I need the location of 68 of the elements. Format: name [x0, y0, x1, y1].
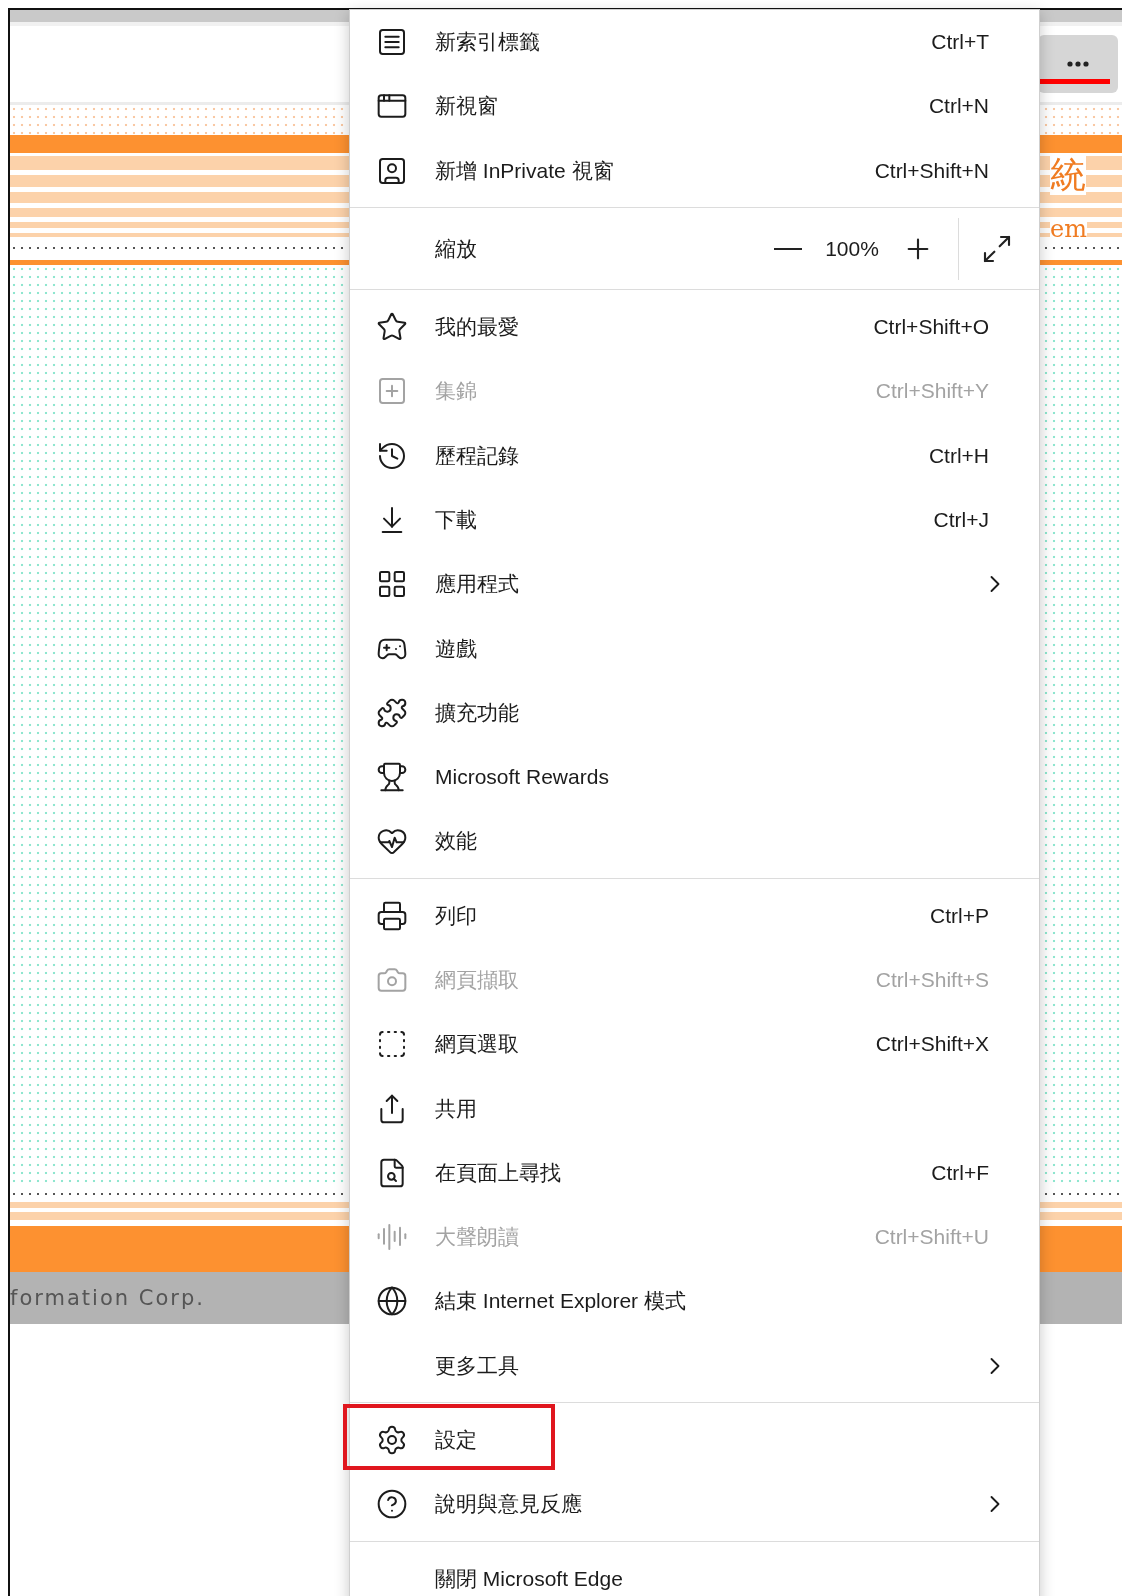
menu-item[interactable]: 更多工具 — [350, 1333, 1039, 1398]
menu-item-label: 新索引標籤 — [435, 29, 541, 56]
menu-item[interactable]: 效能 — [350, 809, 1039, 874]
footer-text: formation Corp. — [10, 1286, 205, 1310]
menu-item[interactable]: 關閉 Microsoft Edge — [350, 1546, 1039, 1596]
minus-icon — [774, 247, 802, 250]
menu-item-label: 說明與意見反應 — [435, 1491, 583, 1518]
menu-item-label: 關閉 Microsoft Edge — [435, 1565, 624, 1592]
shortcut-label: Ctrl+Shift+U — [874, 1225, 989, 1250]
banner-title: 統 — [1050, 155, 1086, 195]
menu-item-label: 網頁選取 — [435, 1031, 520, 1058]
menu-item-label: 網頁擷取 — [435, 967, 520, 993]
menu-item-label: 在頁面上尋找 — [435, 1159, 562, 1186]
menu-item[interactable]: 結束 Internet Explorer 模式 — [350, 1269, 1039, 1334]
puzzle-icon — [376, 696, 408, 729]
menu-item[interactable]: 說明與意見反應 — [350, 1472, 1039, 1537]
shortcut-label: Ctrl+H — [928, 443, 989, 468]
printer-icon — [376, 899, 408, 932]
menu-item-label: 設定 — [435, 1427, 478, 1454]
menu-item-label: 應用程式 — [435, 571, 520, 598]
shortcut-label: Ctrl+Shift+N — [874, 158, 989, 183]
shortcut-label: Ctrl+J — [933, 507, 989, 532]
shortcut-label: Ctrl+Shift+X — [875, 1032, 989, 1057]
menu-item-label: 集錦 — [435, 378, 478, 405]
trophy-icon — [376, 761, 408, 794]
menu-item-label: 歷程記錄 — [435, 442, 520, 469]
shortcut-label: Ctrl+N — [928, 94, 989, 119]
menu-item[interactable]: 下載 Ctrl+J — [350, 487, 1039, 553]
globe-icon — [376, 1285, 408, 1318]
menu-item-label: 更多工具 — [435, 1352, 520, 1379]
menu-item-label: 結束 Internet Explorer 模式 — [435, 1288, 687, 1315]
menu-item[interactable]: 新增 InPrivate 視窗 Ctrl+Shift+N — [350, 138, 1039, 203]
menu-item[interactable]: 應用程式 — [350, 552, 1039, 617]
menu-item[interactable]: 網頁選取 Ctrl+Shift+X — [350, 1012, 1039, 1077]
shortcut-label: Ctrl+P — [930, 903, 989, 928]
menu-item-label: 效能 — [435, 828, 478, 855]
settings-icon — [376, 1424, 408, 1457]
menu-item[interactable]: 在頁面上尋找 Ctrl+F — [350, 1140, 1039, 1206]
menu-item-label: 新視窗 — [435, 93, 499, 120]
menu-item[interactable]: 我的最愛 Ctrl+Shift+O — [350, 294, 1039, 360]
more-button[interactable] — [1038, 35, 1118, 93]
menu-item[interactable]: 新索引標籤 Ctrl+T — [350, 10, 1039, 75]
shortcut-label: Ctrl+Shift+Y — [875, 379, 989, 404]
menu-item-label: 共用 — [435, 1095, 478, 1122]
menu-item-label: 我的最愛 — [435, 314, 520, 341]
zoom-value: 100% — [824, 236, 880, 261]
menu-item-label: 縮放 — [435, 235, 478, 262]
menu-item[interactable]: 歷程記錄 Ctrl+H — [350, 423, 1039, 488]
shortcut-label: Ctrl+F — [931, 1160, 989, 1185]
menu-item[interactable]: 共用 — [350, 1076, 1039, 1141]
help-icon — [376, 1488, 408, 1521]
shortcut-label: Ctrl+Shift+O — [873, 315, 989, 340]
menu-item[interactable]: Microsoft Rewards — [350, 744, 1039, 810]
menu-item-label: Microsoft Rewards — [435, 765, 610, 790]
menu-item-label: 大聲朗讀 — [435, 1224, 520, 1251]
menu-item[interactable]: 列印 Ctrl+P — [350, 883, 1039, 948]
more-icon — [1067, 61, 1089, 67]
menu-item-label: 遊戲 — [435, 635, 478, 662]
menu-item[interactable]: 擴充功能 — [350, 680, 1039, 745]
menu-item-label: 列印 — [435, 902, 478, 929]
menu-item-label: 下載 — [435, 506, 478, 533]
menu-item-label: 擴充功能 — [435, 699, 520, 726]
shortcut-label: Ctrl+Shift+S — [875, 968, 989, 992]
shortcut-label: Ctrl+T — [931, 30, 989, 55]
menu-item-label: 新增 InPrivate 視窗 — [435, 157, 615, 184]
menu-item[interactable]: 設定 — [350, 1407, 1039, 1473]
menu-item[interactable]: 新視窗 Ctrl+N — [350, 74, 1039, 139]
menu-item[interactable]: 遊戲 — [350, 616, 1039, 681]
